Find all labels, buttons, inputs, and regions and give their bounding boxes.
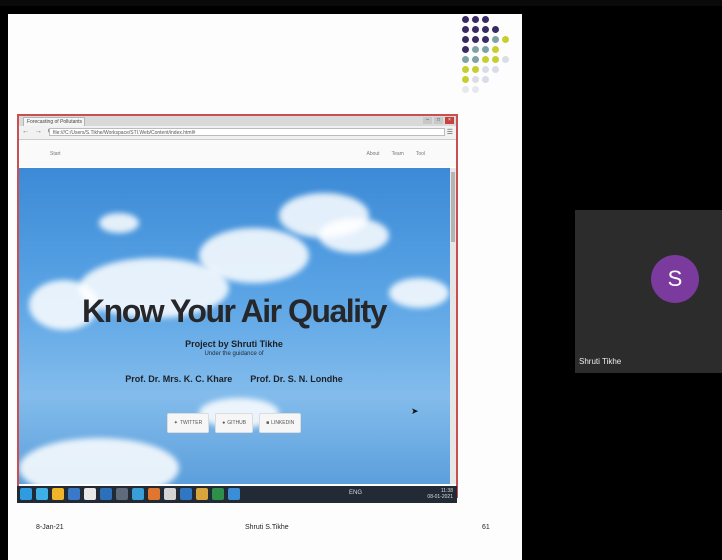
- slide-decorative-dots: [460, 14, 520, 124]
- professors-list: Prof. Dr. Mrs. K. C. Khare Prof. Dr. S. …: [19, 374, 449, 384]
- hero-section: Know Your Air Quality Project by Shruti …: [19, 168, 456, 484]
- site-brand-link[interactable]: Start: [50, 151, 61, 157]
- excel-icon[interactable]: [212, 488, 224, 500]
- slide-page-number: 61: [482, 524, 490, 531]
- taskbar-clock[interactable]: 11:38 08-01-2021: [427, 488, 453, 500]
- guidance-line: Under the guidance of: [204, 351, 264, 357]
- project-byline: Project by Shruti Tikhe: [185, 339, 283, 349]
- store-icon[interactable]: [68, 488, 80, 500]
- home-icon[interactable]: [84, 488, 96, 500]
- browser-titlebar: Forecasting of Pollutants – □ ×: [19, 116, 456, 126]
- start-icon[interactable]: [20, 488, 32, 500]
- word-icon[interactable]: [100, 488, 112, 500]
- twitter-label: TWITTER: [179, 420, 203, 426]
- site-nav-links: About Team Tool: [367, 151, 426, 157]
- browser-window: Forecasting of Pollutants – □ × ← → C fi…: [17, 114, 458, 498]
- nav-link-tool[interactable]: Tool: [416, 151, 425, 157]
- browser-scrollbar[interactable]: [450, 168, 456, 484]
- cloud: [19, 438, 179, 484]
- address-bar: ← → C file:///C:/Users/S.Tikhe/Workspace…: [19, 126, 456, 140]
- nav-link-about[interactable]: About: [367, 151, 380, 157]
- social-buttons: ✦ TWITTER ● GITHUB ■ LINKEDIN: [19, 413, 449, 433]
- tab-title: Forecasting of Pollutants: [27, 119, 83, 125]
- url-field[interactable]: file:///C:/Users/S.Tikhe/Workspace/STI.W…: [49, 128, 445, 136]
- folder-icon[interactable]: [52, 488, 64, 500]
- top-strip: [0, 0, 722, 6]
- professor-name: Prof. Dr. S. N. Londhe: [250, 374, 343, 384]
- participant-avatar: S: [651, 255, 699, 303]
- hero-title: Know Your Air Quality: [82, 293, 387, 329]
- nav-link-team[interactable]: Team: [392, 151, 404, 157]
- maximize-button[interactable]: □: [434, 117, 443, 124]
- window-controls: – □ ×: [423, 117, 454, 124]
- clock-date: 08-01-2021: [427, 494, 453, 500]
- twitter-button[interactable]: ✦ TWITTER: [166, 413, 210, 433]
- github-button[interactable]: ● GITHUB: [215, 413, 254, 433]
- skype-icon[interactable]: [132, 488, 144, 500]
- twitter-icon: ✦: [173, 420, 178, 426]
- site-navbar: Start About Team Tool: [19, 140, 456, 167]
- participant-video-tile[interactable]: S Shruti Tikhe: [575, 210, 722, 373]
- linkedin-button[interactable]: ■ LINKEDIN: [259, 413, 302, 433]
- scrollbar-thumb[interactable]: [451, 172, 455, 242]
- participant-name: Shruti Tikhe: [579, 357, 622, 366]
- close-button[interactable]: ×: [445, 117, 454, 124]
- menu-icon[interactable]: ☰: [447, 128, 453, 136]
- system-tray[interactable]: ENG: [349, 490, 362, 496]
- professor-name: Prof. Dr. Mrs. K. C. Khare: [125, 374, 233, 384]
- github-icon: ●: [222, 420, 226, 426]
- windows-taskbar: ENG 11:38 08-01-2021: [17, 486, 457, 503]
- cloud: [319, 218, 389, 253]
- app-icon[interactable]: [116, 488, 128, 500]
- mouse-cursor-icon: ➤: [411, 406, 419, 416]
- settings-icon[interactable]: [180, 488, 192, 500]
- edge-icon[interactable]: [36, 488, 48, 500]
- linkedin-label: LINKEDIN: [271, 420, 295, 426]
- taskbar-icons: [20, 488, 240, 500]
- linkedin-icon: ■: [266, 420, 270, 426]
- browser-tab[interactable]: Forecasting of Pollutants: [23, 117, 85, 126]
- cloud: [199, 228, 309, 283]
- github-label: GITHUB: [227, 420, 247, 426]
- minimize-button[interactable]: –: [423, 117, 432, 124]
- browser-icon[interactable]: [228, 488, 240, 500]
- notepad-icon[interactable]: [164, 488, 176, 500]
- slide-presenter: Shruti S.Tikhe: [245, 524, 289, 531]
- cloud: [99, 213, 139, 233]
- powerpoint-icon[interactable]: [148, 488, 160, 500]
- files-icon[interactable]: [196, 488, 208, 500]
- slide-date: 8-Jan-21: [36, 524, 64, 531]
